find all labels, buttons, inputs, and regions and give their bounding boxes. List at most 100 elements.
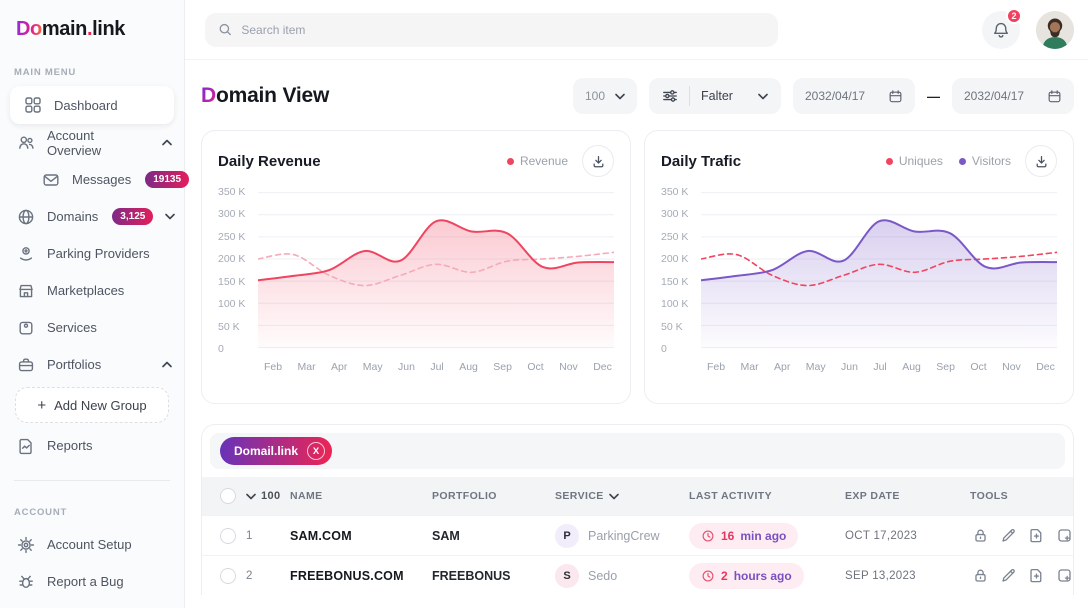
activity-value: 2: [721, 569, 728, 583]
y-tick-label: 250 K: [218, 232, 258, 243]
y-tick-label: 200 K: [218, 254, 258, 265]
page-title-first-letter: D: [201, 84, 216, 107]
add-file-tool-button[interactable]: [1026, 565, 1047, 586]
filter-dropdown[interactable]: Falter: [649, 78, 781, 114]
column-header-name[interactable]: NAME: [290, 490, 432, 502]
table-row[interactable]: 2 FREEBONUS.COM FREEBONUS S Sedo 2 hours…: [202, 555, 1073, 595]
sidebar-item-parking-providers[interactable]: Parking Providers: [0, 235, 184, 272]
portfolio-name: SAM: [432, 529, 555, 543]
sidebar-item-messages[interactable]: Messages 19135: [0, 161, 184, 198]
main-area: 2 Domain View 100: [185, 0, 1088, 608]
x-axis-labels: FebMarAprMayJunJulAugSepOctNovDec: [701, 355, 1057, 373]
select-all-checkbox[interactable]: [220, 488, 236, 504]
column-header-exp-date[interactable]: EXP DATE: [845, 490, 970, 502]
page-content: Domain View 100 Falter 2032/04/17: [185, 60, 1088, 608]
brand-logo[interactable]: Domain.link: [0, 14, 184, 41]
sidebar-item-marketplaces[interactable]: Marketplaces: [0, 272, 184, 309]
lock-icon: [972, 527, 989, 544]
clock-icon: [701, 529, 715, 543]
lock-tool-button[interactable]: [970, 525, 991, 546]
note-plus-icon: [1056, 567, 1073, 584]
add-new-group-button[interactable]: + Add New Group: [15, 387, 169, 423]
sidebar-item-label: Portfolios: [47, 357, 101, 372]
gear-icon: [17, 536, 35, 554]
sidebar-item-label: Reports: [47, 438, 93, 453]
x-tick-label: May: [363, 361, 383, 373]
download-chart-button[interactable]: [1025, 145, 1057, 177]
y-tick-label: 200 K: [661, 254, 701, 265]
sidebar-item-report-a-bug[interactable]: Report a Bug: [0, 563, 184, 600]
active-filter-tag[interactable]: Domail.link X: [220, 437, 332, 465]
chevron-up-icon[interactable]: [162, 139, 172, 146]
chart-plot-area: 350 K300 K250 K200 K150 K100 K50 K0 FebM…: [661, 187, 1057, 393]
section-label-main-menu: MAIN MENU: [0, 41, 184, 86]
row-count-dropdown[interactable]: 100: [246, 490, 290, 502]
lock-tool-button[interactable]: [970, 565, 991, 586]
topbar: 2: [185, 0, 1088, 60]
pencil-icon: [1000, 527, 1017, 544]
remove-tag-button[interactable]: X: [307, 442, 325, 460]
portfolio-name: FREEBONUS: [432, 569, 555, 583]
edit-tool-button[interactable]: [998, 525, 1019, 546]
file-plus-icon: [1028, 567, 1045, 584]
exp-date: SEP 13,2023: [845, 570, 970, 582]
y-tick-label: 250 K: [661, 232, 701, 243]
chevron-down-icon: [758, 93, 768, 100]
date-from-picker[interactable]: 2032/04/17: [793, 78, 915, 114]
row-number: 1: [246, 530, 290, 542]
download-icon: [591, 154, 606, 169]
y-tick-label: 100 K: [218, 299, 258, 310]
clock-icon: [701, 569, 715, 583]
last-activity-cell: 16 min ago: [689, 523, 845, 549]
sidebar-item-services[interactable]: Services: [0, 309, 184, 346]
search-input[interactable]: [241, 23, 765, 37]
bug-icon: [17, 573, 35, 591]
briefcase-icon: [17, 356, 35, 374]
x-tick-label: Nov: [1002, 361, 1021, 373]
search-field[interactable]: [205, 13, 778, 47]
column-header-portfolio[interactable]: PORTFOLIO: [432, 490, 555, 502]
close-icon: X: [313, 446, 319, 457]
sidebar-item-label: Marketplaces: [47, 283, 124, 298]
x-tick-label: Jul: [430, 361, 443, 373]
x-tick-label: Jun: [841, 361, 858, 373]
user-avatar[interactable]: [1036, 11, 1074, 49]
legend-dot: [886, 158, 893, 165]
sidebar-item-reports[interactable]: Reports: [0, 427, 184, 464]
sidebar-item-domains[interactable]: Domains 3,125: [0, 198, 184, 235]
service-cell: S Sedo: [555, 564, 689, 588]
add-note-tool-button[interactable]: [1054, 565, 1074, 586]
download-chart-button[interactable]: [582, 145, 614, 177]
chevron-down-icon: [615, 93, 625, 100]
chevron-up-icon[interactable]: [162, 361, 172, 368]
x-tick-label: Dec: [1036, 361, 1055, 373]
x-tick-label: Jul: [873, 361, 886, 373]
legend-item-visitors: Visitors: [959, 154, 1011, 168]
sidebar-item-portfolios[interactable]: Portfolios: [0, 346, 184, 383]
add-note-tool-button[interactable]: [1054, 525, 1074, 546]
sliders-icon: [662, 88, 678, 104]
sidebar-item-label: Report a Bug: [47, 574, 124, 589]
row-count-value: 100: [261, 490, 281, 502]
chevron-down-icon[interactable]: [165, 213, 175, 220]
page-size-select[interactable]: 100: [573, 78, 637, 114]
sidebar-item-dashboard[interactable]: Dashboard: [10, 86, 174, 124]
table-row[interactable]: 1 SAM.COM SAM P ParkingCrew 16 min ago: [202, 515, 1073, 555]
page-size-value: 100: [585, 89, 605, 103]
add-new-group-label: Add New Group: [54, 398, 147, 413]
date-to-picker[interactable]: 2032/04/17: [952, 78, 1074, 114]
sidebar-item-account-overview[interactable]: Account Overview: [0, 124, 184, 161]
column-header-service[interactable]: SERVICE: [555, 490, 689, 502]
tools-cell: [970, 525, 1074, 546]
sidebar-item-label: Parking Providers: [47, 246, 150, 261]
download-icon: [1034, 154, 1049, 169]
page-title-rest: omain View: [216, 84, 329, 107]
row-checkbox[interactable]: [220, 568, 236, 584]
service-name: Sedo: [588, 569, 617, 583]
edit-tool-button[interactable]: [998, 565, 1019, 586]
column-header-last-activity[interactable]: LAST ACTIVITY: [689, 490, 845, 502]
sidebar-item-account-setup[interactable]: Account Setup: [0, 526, 184, 563]
row-checkbox[interactable]: [220, 528, 236, 544]
add-file-tool-button[interactable]: [1026, 525, 1047, 546]
notifications-button[interactable]: 2: [982, 11, 1020, 49]
